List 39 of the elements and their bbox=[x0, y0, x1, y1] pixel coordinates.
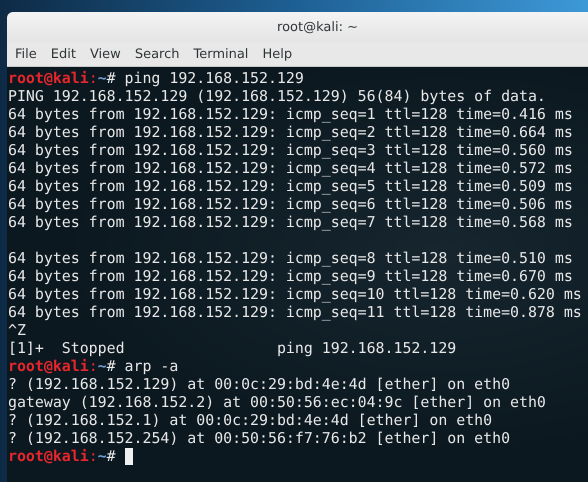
menu-item[interactable]: Edit bbox=[44, 44, 83, 64]
output-line: [1]+ Stopped ping 192.168.152.129 bbox=[8, 339, 456, 357]
menu-item[interactable]: View bbox=[82, 44, 128, 64]
output-line: 64 bytes from 192.168.152.129: icmp_seq=9 ttl=128 time=0.670 ms bbox=[8, 267, 573, 285]
prompt-user: root@kali bbox=[8, 447, 89, 465]
output-line: ? (192.168.152.129) at 00:0c:29:bd:4e:4d [ether] on eth0 bbox=[8, 375, 510, 393]
output-line: 64 bytes from 192.168.152.129: icmp_seq=4 ttl=128 time=0.572 ms bbox=[8, 159, 573, 177]
output-line: 64 bytes from 192.168.152.129: icmp_seq=7 ttl=128 time=0.568 ms bbox=[8, 213, 573, 231]
prompt-user: root@kali bbox=[8, 69, 89, 87]
prompt-path: ~ bbox=[98, 447, 107, 465]
output-line: 64 bytes from 192.168.152.129: icmp_seq=6 ttl=128 time=0.506 ms bbox=[8, 195, 573, 213]
output-line: 64 bytes from 192.168.152.129: icmp_seq=8 ttl=128 time=0.510 ms bbox=[8, 249, 573, 267]
output-line: ^Z bbox=[8, 321, 26, 339]
output-line: ? (192.168.152.254) at 00:50:56:f7:76:b2 [ether] on eth0 bbox=[8, 429, 510, 447]
output-line: PING 192.168.152.129 (192.168.152.129) 56(84) bytes of data. bbox=[8, 87, 546, 105]
menu-item[interactable]: Help bbox=[255, 44, 300, 64]
window-title: root@kali: ~ bbox=[277, 20, 358, 34]
output-line: 64 bytes from 192.168.152.129: icmp_seq=1 ttl=128 time=0.416 ms bbox=[8, 105, 573, 123]
prompt-symbol: # bbox=[106, 447, 116, 465]
prompt-separator: : bbox=[88, 447, 98, 465]
output-line: 64 bytes from 192.168.152.129: icmp_seq=11 ttl=128 time=0.878 ms bbox=[8, 303, 582, 321]
prompt-user: root@kali bbox=[8, 357, 89, 375]
menu-item[interactable]: Terminal bbox=[186, 44, 256, 64]
output-line: 64 bytes from 192.168.152.129: icmp_seq=10 ttl=128 time=0.620 ms bbox=[8, 285, 582, 303]
command-text: ping 192.168.152.129 bbox=[124, 69, 304, 87]
prompt-path: ~ bbox=[98, 357, 107, 375]
menu-item[interactable]: File bbox=[8, 44, 44, 64]
output-line: ? (192.168.152.1) at 00:0c:29:bd:4e:4d [ether] on eth0 bbox=[8, 411, 492, 429]
output-line: gateway (192.168.152.2) at 00:50:56:ec:04:9c [ether] on eth0 bbox=[8, 393, 546, 411]
output-line: 64 bytes from 192.168.152.129: icmp_seq=2 ttl=128 time=0.664 ms bbox=[8, 123, 573, 141]
prompt-symbol: # bbox=[106, 357, 116, 375]
prompt-symbol: # bbox=[106, 69, 116, 87]
prompt-path: ~ bbox=[98, 69, 107, 87]
command-text: arp -a bbox=[124, 357, 178, 375]
output-line: 64 bytes from 192.168.152.129: icmp_seq=5 ttl=128 time=0.509 ms bbox=[8, 177, 573, 195]
output-line: 64 bytes from 192.168.152.129: icmp_seq=3 ttl=128 time=0.560 ms bbox=[8, 141, 573, 159]
prompt-separator: : bbox=[88, 357, 98, 375]
prompt-separator: : bbox=[88, 69, 98, 87]
menu-item[interactable]: Search bbox=[128, 44, 186, 64]
